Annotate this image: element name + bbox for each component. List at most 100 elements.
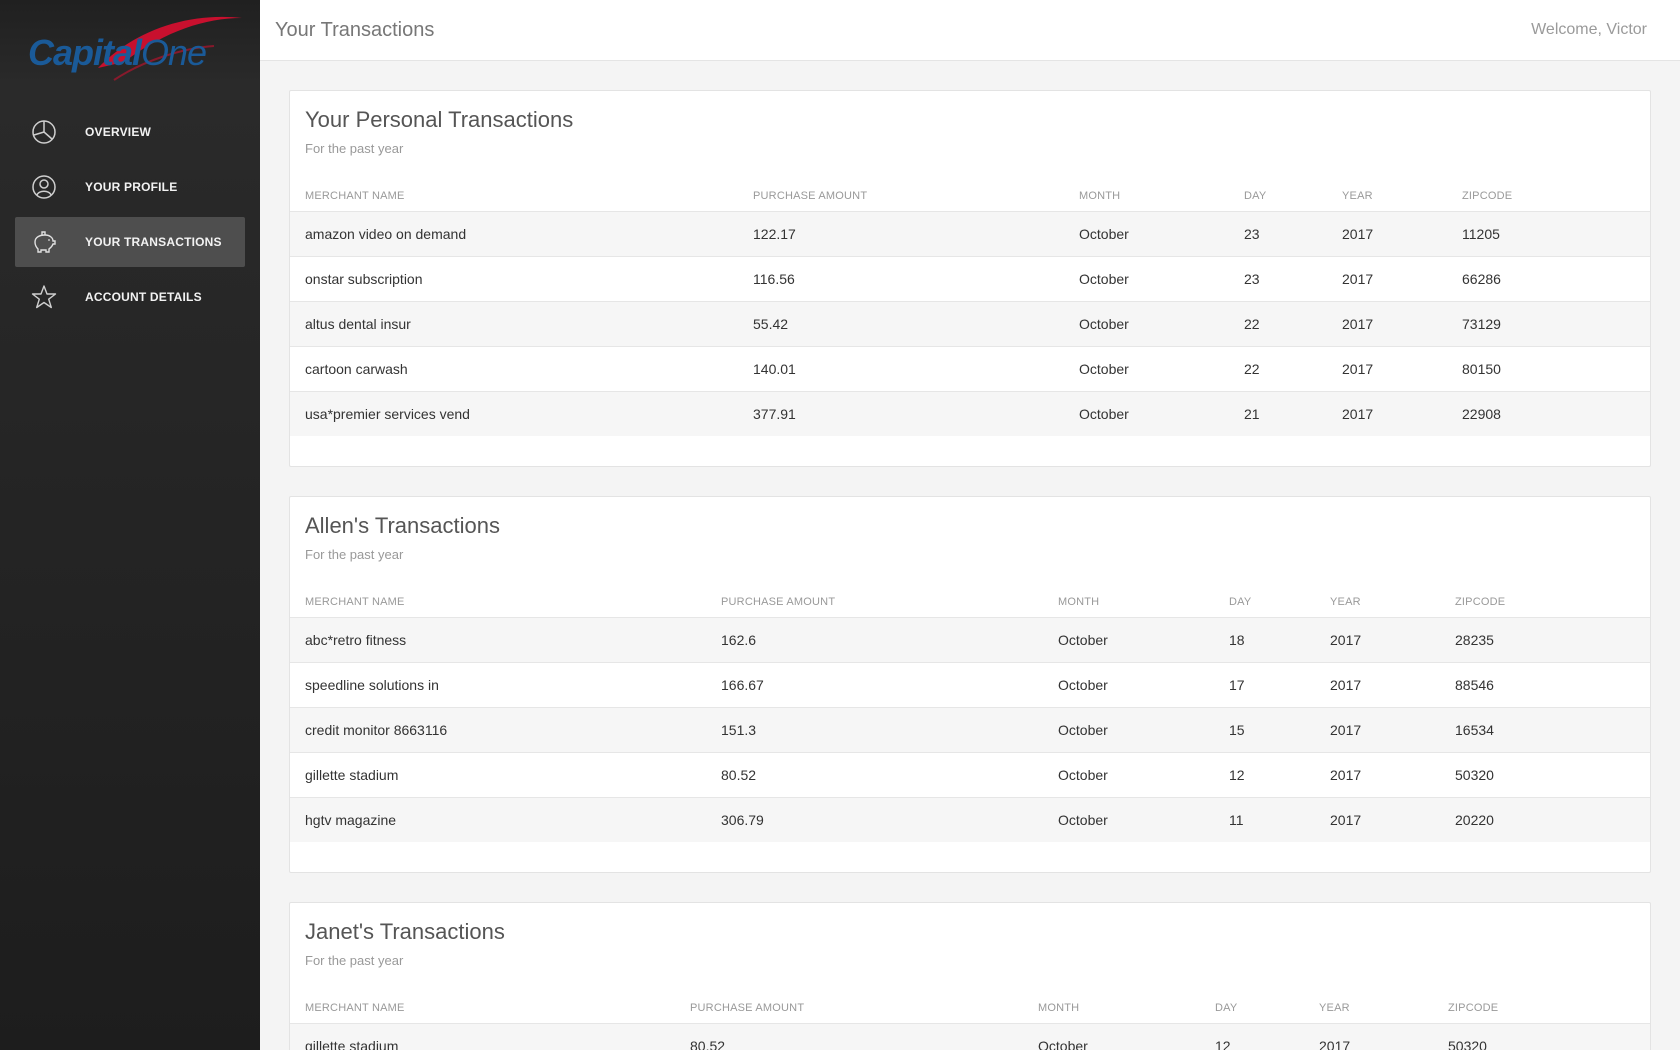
welcome-message: Welcome, Victor xyxy=(1531,21,1647,38)
year-cell: 2017 xyxy=(1319,1023,1448,1050)
amount-cell: 80.52 xyxy=(721,752,1058,798)
sidebar-item-overview[interactable]: OVERVIEW xyxy=(15,107,245,157)
merchant-cell: gillette stadium xyxy=(290,752,721,798)
table-row: onstar subscription 116.56 October 23 20… xyxy=(290,256,1650,302)
column-header-zipcode[interactable]: ZIPCODE xyxy=(1455,587,1650,618)
merchant-cell: onstar subscription xyxy=(290,256,753,302)
sidebar-item-your-profile[interactable]: YOUR PROFILE xyxy=(15,162,245,212)
piggy-bank-icon xyxy=(31,229,57,255)
column-header-day[interactable]: DAY xyxy=(1244,181,1342,212)
column-header-merchant[interactable]: MERCHANT NAME xyxy=(290,587,721,618)
day-cell: 15 xyxy=(1229,707,1330,753)
zipcode-cell: 50320 xyxy=(1448,1023,1650,1050)
amount-cell: 80.52 xyxy=(690,1023,1038,1050)
year-cell: 2017 xyxy=(1330,617,1455,663)
merchant-cell: cartoon carwash xyxy=(290,346,753,392)
day-cell: 18 xyxy=(1229,617,1330,663)
year-cell: 2017 xyxy=(1330,797,1455,842)
sidebar-item-label: YOUR PROFILE xyxy=(85,180,178,194)
zipcode-cell: 20220 xyxy=(1455,797,1650,842)
card-header: Your Personal Transactions For the past … xyxy=(290,91,1650,181)
day-cell: 11 xyxy=(1229,797,1330,842)
column-header-month[interactable]: MONTH xyxy=(1038,993,1215,1024)
table-row: usa*premier services vend 377.91 October… xyxy=(290,391,1650,436)
zipcode-cell: 73129 xyxy=(1462,301,1650,347)
zipcode-cell: 66286 xyxy=(1462,256,1650,302)
sidebar-item-label: ACCOUNT DETAILS xyxy=(85,290,202,304)
merchant-cell: usa*premier services vend xyxy=(290,391,753,436)
merchant-cell: altus dental insur xyxy=(290,301,753,347)
column-header-day[interactable]: DAY xyxy=(1215,993,1319,1024)
column-header-merchant[interactable]: MERCHANT NAME xyxy=(290,181,753,212)
sidebar-item-label: YOUR TRANSACTIONS xyxy=(85,235,222,249)
day-cell: 23 xyxy=(1244,211,1342,257)
column-header-day[interactable]: DAY xyxy=(1229,587,1330,618)
main-content: Your Transactions Welcome, Victor Your P… xyxy=(260,0,1680,1050)
month-cell: October xyxy=(1079,256,1244,302)
column-header-merchant[interactable]: MERCHANT NAME xyxy=(290,993,690,1024)
column-header-year[interactable]: YEAR xyxy=(1342,181,1462,212)
column-header-amount[interactable]: PURCHASE AMOUNT xyxy=(721,587,1058,618)
logo-wordmark: CapitalOne xyxy=(28,32,207,73)
month-cell: October xyxy=(1058,617,1229,663)
card-header: Allen's Transactions For the past year xyxy=(290,497,1650,587)
year-cell: 2017 xyxy=(1330,662,1455,708)
merchant-cell: speedline solutions in xyxy=(290,662,721,708)
sidebar-item-account-details[interactable]: ACCOUNT DETAILS xyxy=(15,272,245,322)
column-header-month[interactable]: MONTH xyxy=(1058,587,1229,618)
star-icon xyxy=(31,284,57,310)
column-header-zipcode[interactable]: ZIPCODE xyxy=(1448,993,1650,1024)
column-header-amount[interactable]: PURCHASE AMOUNT xyxy=(753,181,1079,212)
month-cell: October xyxy=(1058,707,1229,753)
year-cell: 2017 xyxy=(1330,752,1455,798)
day-cell: 22 xyxy=(1244,346,1342,392)
sidebar: CapitalOne OVERVIEW YOUR PROFILE YOUR TR… xyxy=(0,0,260,1050)
column-header-month[interactable]: MONTH xyxy=(1079,181,1244,212)
month-cell: October xyxy=(1079,301,1244,347)
sidebar-item-your-transactions[interactable]: YOUR TRANSACTIONS xyxy=(15,217,245,267)
pie-chart-icon xyxy=(31,119,57,145)
year-cell: 2017 xyxy=(1330,707,1455,753)
cards-container: Your Personal Transactions For the past … xyxy=(260,61,1680,1050)
table-header-row: MERCHANT NAME PURCHASE AMOUNT MONTH DAY … xyxy=(290,181,1650,212)
table-row: speedline solutions in 166.67 October 17… xyxy=(290,662,1650,708)
month-cell: October xyxy=(1079,211,1244,257)
table-row: abc*retro fitness 162.6 October 18 2017 … xyxy=(290,617,1650,663)
zipcode-cell: 28235 xyxy=(1455,617,1650,663)
column-header-amount[interactable]: PURCHASE AMOUNT xyxy=(690,993,1038,1024)
zipcode-cell: 11205 xyxy=(1462,211,1650,257)
month-cell: October xyxy=(1058,752,1229,798)
merchant-cell: gillette stadium xyxy=(290,1023,690,1050)
card-title: Allen's Transactions xyxy=(305,513,500,538)
column-header-year[interactable]: YEAR xyxy=(1319,993,1448,1024)
zipcode-cell: 16534 xyxy=(1455,707,1650,753)
zipcode-cell: 50320 xyxy=(1455,752,1650,798)
zipcode-cell: 22908 xyxy=(1462,391,1650,436)
amount-cell: 55.42 xyxy=(753,301,1079,347)
day-cell: 12 xyxy=(1215,1023,1319,1050)
zipcode-cell: 88546 xyxy=(1455,662,1650,708)
year-cell: 2017 xyxy=(1342,211,1462,257)
amount-cell: 151.3 xyxy=(721,707,1058,753)
card-subtitle: For the past year xyxy=(305,141,404,156)
personal-transactions-card: Your Personal Transactions For the past … xyxy=(289,90,1651,467)
merchant-cell: hgtv magazine xyxy=(290,797,721,842)
table-row: altus dental insur 55.42 October 22 2017… xyxy=(290,301,1650,347)
table-row: amazon video on demand 122.17 October 23… xyxy=(290,211,1650,257)
day-cell: 12 xyxy=(1229,752,1330,798)
capital-one-logo[interactable]: CapitalOne xyxy=(26,10,242,84)
month-cell: October xyxy=(1038,1023,1215,1050)
page-title: Your Transactions xyxy=(275,18,435,41)
app-root: CapitalOne OVERVIEW YOUR PROFILE YOUR TR… xyxy=(0,0,1680,1050)
transactions-table: MERCHANT NAME PURCHASE AMOUNT MONTH DAY … xyxy=(290,993,1650,1050)
month-cell: October xyxy=(1079,391,1244,436)
amount-cell: 140.01 xyxy=(753,346,1079,392)
card-title: Your Personal Transactions xyxy=(305,107,574,132)
table-row: gillette stadium 80.52 October 12 2017 5… xyxy=(290,752,1650,798)
column-header-year[interactable]: YEAR xyxy=(1330,587,1455,618)
merchant-cell: abc*retro fitness xyxy=(290,617,721,663)
column-header-zipcode[interactable]: ZIPCODE xyxy=(1462,181,1650,212)
table-row: credit monitor 8663116 151.3 October 15 … xyxy=(290,707,1650,753)
transactions-table: MERCHANT NAME PURCHASE AMOUNT MONTH DAY … xyxy=(290,181,1650,436)
card-subtitle: For the past year xyxy=(305,953,404,968)
